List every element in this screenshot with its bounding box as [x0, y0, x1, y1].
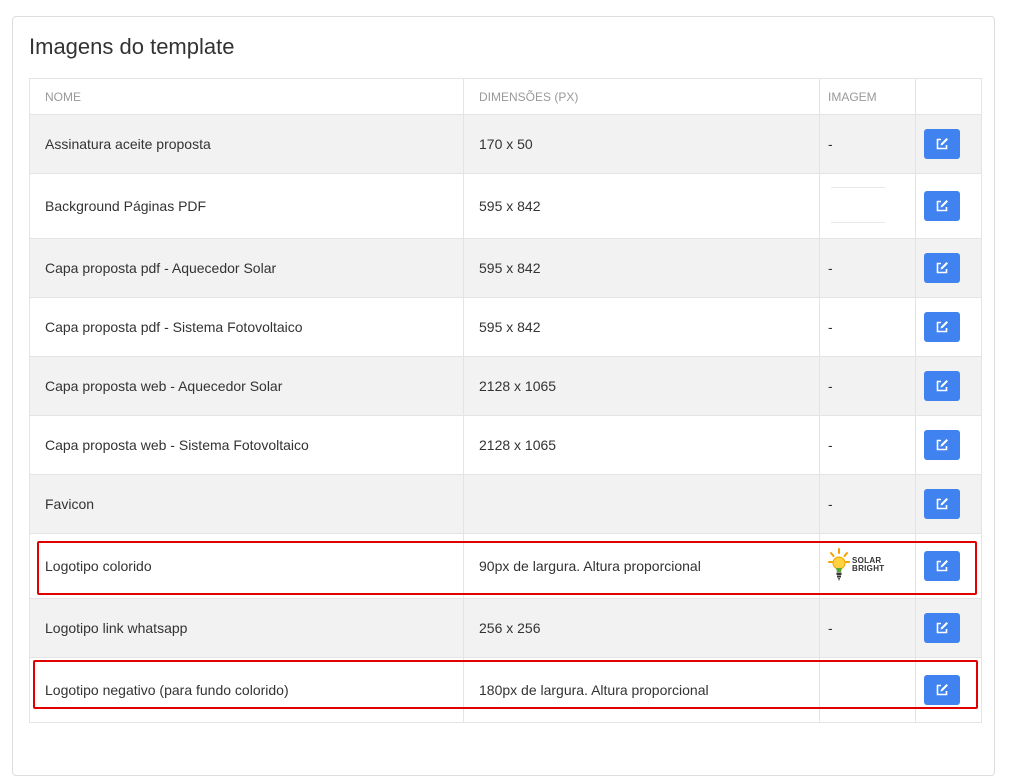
edit-icon: [936, 262, 948, 274]
panel-title: Imagens do template: [29, 34, 235, 59]
edit-icon: [936, 380, 948, 392]
table-row: Capa proposta web - Sistema Fotovoltaico…: [29, 415, 982, 475]
row-actions: [915, 356, 982, 416]
row-dimensions: 595 x 842: [463, 238, 820, 298]
edit-button[interactable]: [924, 675, 960, 705]
template-images-panel: Imagens do template NOME DIMENSÕES (PX) …: [12, 16, 995, 776]
row-name: Favicon: [29, 474, 464, 534]
template-images-table: NOME DIMENSÕES (PX) IMAGEM Assinatura ac…: [29, 78, 982, 723]
table-header-row: NOME DIMENSÕES (PX) IMAGEM: [29, 78, 982, 115]
logo-thumbnail: SOLAR BRIGHT: [828, 547, 885, 582]
row-actions: [915, 415, 982, 475]
row-actions: [915, 598, 982, 658]
table-row: Logotipo link whatsapp 256 x 256 -: [29, 598, 982, 658]
row-dimensions: 2128 x 1065: [463, 356, 820, 416]
row-actions: [915, 173, 982, 239]
row-image: -: [819, 297, 916, 357]
lightbulb-sun-icon: [828, 547, 850, 581]
edit-button[interactable]: [924, 312, 960, 342]
row-dimensions: 595 x 842: [463, 297, 820, 357]
row-actions: [915, 297, 982, 357]
row-name: Logotipo link whatsapp: [29, 598, 464, 658]
edit-icon: [936, 622, 948, 634]
row-actions: [915, 474, 982, 534]
edit-button[interactable]: [924, 371, 960, 401]
row-dimensions: 256 x 256: [463, 598, 820, 658]
row-name: Capa proposta pdf - Aquecedor Solar: [29, 238, 464, 298]
row-image: -: [819, 415, 916, 475]
row-name: Logotipo colorido: [29, 533, 464, 599]
header-image: IMAGEM: [819, 78, 916, 115]
row-actions: [915, 533, 982, 599]
edit-icon: [936, 439, 948, 451]
row-image: -: [819, 356, 916, 416]
row-dimensions: 180px de largura. Altura proporcional: [463, 657, 820, 723]
row-actions: [915, 238, 982, 298]
header-name: NOME: [29, 78, 464, 115]
row-image: [819, 173, 916, 239]
edit-button[interactable]: [924, 613, 960, 643]
table-row: Logotipo negativo (para fundo colorido) …: [29, 657, 982, 723]
row-dimensions: 90px de largura. Altura proporcional: [463, 533, 820, 599]
header-actions: [915, 78, 982, 115]
row-image: -: [819, 114, 916, 174]
row-dimensions: 595 x 842: [463, 173, 820, 239]
edit-icon: [936, 138, 948, 150]
row-image: -: [819, 598, 916, 658]
row-name: Logotipo negativo (para fundo colorido): [29, 657, 464, 723]
row-dimensions: [463, 474, 820, 534]
edit-button[interactable]: [924, 253, 960, 283]
background-thumbnail: [828, 184, 888, 226]
row-name: Assinatura aceite proposta: [29, 114, 464, 174]
logo-text-line2: BRIGHT: [852, 563, 885, 573]
edit-icon: [936, 684, 948, 696]
row-dimensions: 170 x 50: [463, 114, 820, 174]
table-row: Logotipo colorido 90px de largura. Altur…: [29, 533, 982, 599]
edit-button[interactable]: [924, 430, 960, 460]
edit-icon: [936, 321, 948, 333]
row-name: Capa proposta web - Aquecedor Solar: [29, 356, 464, 416]
table-row: Assinatura aceite proposta 170 x 50 -: [29, 114, 982, 174]
edit-icon: [936, 200, 948, 212]
row-image: -: [819, 238, 916, 298]
row-image: -: [819, 474, 916, 534]
row-actions: [915, 114, 982, 174]
row-dimensions: 2128 x 1065: [463, 415, 820, 475]
edit-icon: [936, 498, 948, 510]
edit-button[interactable]: [924, 551, 960, 581]
edit-icon: [936, 560, 948, 572]
row-name: Capa proposta web - Sistema Fotovoltaico: [29, 415, 464, 475]
header-dimensions: DIMENSÕES (PX): [463, 78, 820, 115]
table-row: Background Páginas PDF 595 x 842: [29, 173, 982, 239]
row-actions: [915, 657, 982, 723]
table-row: Capa proposta pdf - Sistema Fotovoltaico…: [29, 297, 982, 357]
edit-button[interactable]: [924, 489, 960, 519]
edit-button[interactable]: [924, 191, 960, 221]
row-image: SOLAR BRIGHT: [819, 533, 916, 599]
table-row: Favicon -: [29, 474, 982, 534]
edit-button[interactable]: [924, 129, 960, 159]
table-row: Capa proposta web - Aquecedor Solar 2128…: [29, 356, 982, 416]
row-image: [819, 657, 916, 723]
table-row: Capa proposta pdf - Aquecedor Solar 595 …: [29, 238, 982, 298]
row-name: Capa proposta pdf - Sistema Fotovoltaico: [29, 297, 464, 357]
row-name: Background Páginas PDF: [29, 173, 464, 239]
